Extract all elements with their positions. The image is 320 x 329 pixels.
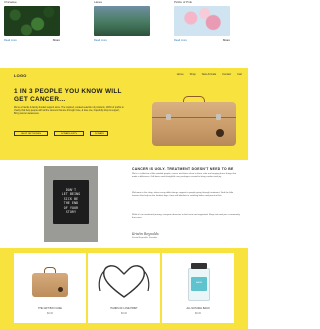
product-price: $0.00: [47, 312, 53, 315]
nav-item-shop[interactable]: Shop: [190, 73, 196, 76]
product-price: $0.00: [121, 312, 127, 315]
share-link[interactable]: Share: [223, 39, 230, 42]
jar-icon: BALM: [188, 263, 210, 301]
hero-title: 1 IN 3 PEOPLE YOU KNOW WILL GET CANCER..…: [14, 88, 122, 103]
story-paragraph: While it's an emotional journey, everyon…: [132, 214, 240, 220]
case-seal: [216, 129, 224, 137]
top-gallery: Chicadee Read more Share Lakes Read more…: [0, 0, 248, 62]
nav-item-home[interactable]: Home: [177, 73, 184, 76]
founder-signature: Kristin Reynolds: [132, 232, 159, 236]
story-title: CANCER IS UGLY. TREATMENT DOESN'T NEED T…: [132, 167, 234, 171]
gallery-card-label: Chicadee: [4, 0, 17, 4]
story-paragraph: We're a collective of like-minded people…: [132, 173, 237, 179]
suitcase-illustration: [152, 96, 236, 146]
story-paragraph: Welcome to the shop, where every dollar …: [132, 192, 234, 198]
product-image[interactable]: [92, 257, 156, 305]
nav-item-new-arrivals[interactable]: New Arrivals: [202, 73, 216, 76]
case-latch: [216, 114, 221, 120]
product-image[interactable]: BALM: [166, 257, 230, 305]
nav-item-cart[interactable]: Cart: [237, 73, 242, 76]
gallery-card-image[interactable]: [174, 6, 230, 36]
product-grid: THE GIFT BOX CASE $0.00 HANDS OF LOVE PR…: [0, 248, 248, 329]
hero-section: LOGO Home Shop New Arrivals Contact Cart…: [0, 68, 248, 160]
site-logo[interactable]: LOGO: [14, 73, 27, 78]
jar-label: BALM: [196, 282, 202, 284]
gallery-card-label: Pickle of Pink: [174, 0, 193, 4]
share-link[interactable]: Share: [53, 39, 60, 42]
letterboard: DON'T LET BEING SICK BE THE END OF YOUR …: [53, 180, 89, 224]
read-more-link[interactable]: Read more: [174, 39, 187, 42]
donate-gifts-button[interactable]: DONATE GIFTS: [54, 131, 84, 136]
case-lid: [152, 102, 236, 118]
read-more-link[interactable]: Read more: [4, 39, 17, 42]
gallery-card-image[interactable]: [4, 6, 60, 36]
gallery-card-1[interactable]: Chicadee Read more Share: [4, 0, 60, 52]
product-name[interactable]: THE GIFT BOX CASE: [14, 307, 86, 310]
product-card[interactable]: BALM ALL NATURAL BALM $0.00: [162, 253, 234, 323]
read-more-link[interactable]: Read more: [94, 39, 107, 42]
shop-gift-boxes-button[interactable]: SHOP GIFT BOXES: [14, 131, 48, 136]
story-section: DON'T LET BEING SICK BE THE END OF YOUR …: [0, 162, 248, 248]
gallery-card-2[interactable]: Lakes Read more: [94, 0, 150, 52]
letterboard-photo: DON'T LET BEING SICK BE THE END OF YOUR …: [44, 166, 98, 242]
founder-caption: Kristin Reynolds, Founder: [132, 237, 158, 239]
main-nav: Home Shop New Arrivals Contact Cart: [177, 73, 242, 76]
heart-hands-icon: [98, 265, 150, 298]
suitcase-icon: [32, 267, 68, 297]
gallery-card-image[interactable]: [94, 6, 150, 36]
product-image[interactable]: [18, 257, 82, 305]
hero-body: We're a friends & family-funded support …: [14, 107, 124, 116]
case-latch: [166, 114, 171, 120]
product-card[interactable]: HANDS OF LOVE PRINT $0.00: [88, 253, 160, 323]
product-name[interactable]: HANDS OF LOVE PRINT: [88, 307, 160, 310]
gallery-card-label: Lakes: [94, 0, 103, 4]
product-price: $0.00: [195, 312, 201, 315]
donate-button[interactable]: DONATE: [90, 131, 108, 136]
product-name[interactable]: ALL NATURAL BALM: [162, 307, 234, 310]
product-card[interactable]: THE GIFT BOX CASE $0.00: [14, 253, 86, 323]
hero-buttons: SHOP GIFT BOXES DONATE GIFTS DONATE: [14, 131, 108, 136]
letterboard-line: STORY: [65, 210, 77, 215]
gallery-card-3[interactable]: Pickle of Pink Read more Share: [174, 0, 230, 52]
nav-item-contact[interactable]: Contact: [222, 73, 231, 76]
